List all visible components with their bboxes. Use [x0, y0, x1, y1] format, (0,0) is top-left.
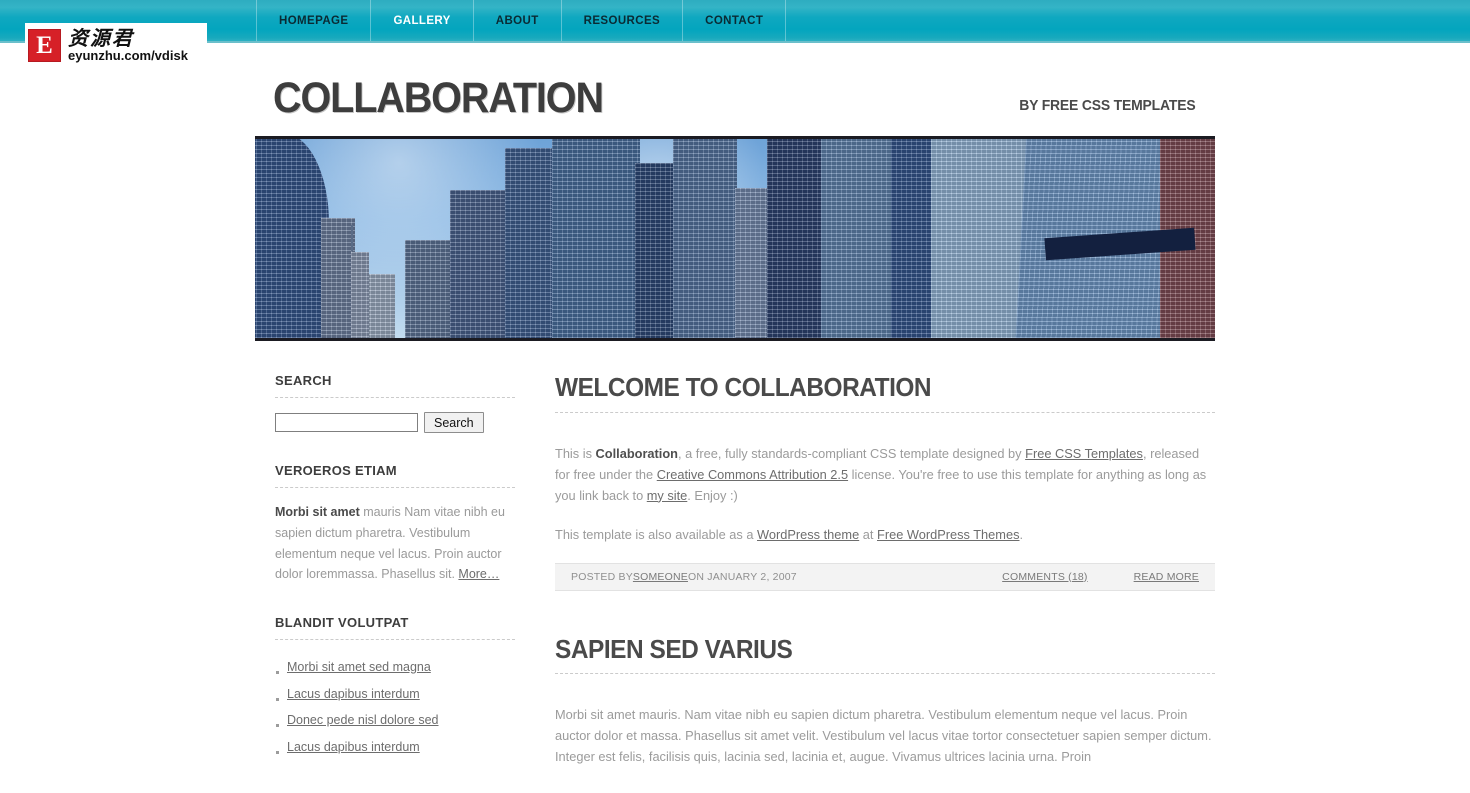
divider — [555, 673, 1215, 675]
meta-author-link[interactable]: SOMEONE — [633, 571, 688, 583]
divider — [275, 639, 515, 641]
sidebar: SEARCH Search VEROEROS ETIAM Morbi sit a… — [255, 373, 535, 793]
link-free-css-templates[interactable]: Free CSS Templates — [1025, 446, 1143, 461]
meta-posted-by-label: POSTED BY — [571, 570, 633, 583]
main-navigation: HOMEPAGE GALLERY ABOUT RESOURCES CONTACT — [256, 0, 787, 41]
text-run: . Enjoy :) — [687, 487, 738, 503]
sidebar-link[interactable]: Morbi sit amet sed magna — [287, 660, 431, 674]
banner-building — [552, 139, 640, 338]
post-sapien: SAPIEN SED VARIUS Morbi sit amet mauris.… — [555, 633, 1215, 768]
post-welcome: WELCOME TO COLLABORATION This is Collabo… — [555, 373, 1215, 591]
list-item: Donec pede nisl dolore sed — [275, 707, 515, 734]
list-item: Lacus dapibus interdum — [275, 681, 515, 708]
nav-item-about[interactable]: ABOUT — [472, 0, 561, 41]
nav-item-contact[interactable]: CONTACT — [682, 0, 787, 41]
sidebar-heading-blandit: BLANDIT VOLUTPAT — [275, 615, 409, 631]
logo-text-group: 资源君 eyunzhu.com/vdisk — [68, 28, 188, 62]
banner-building — [635, 163, 677, 338]
list-item: Lacus dapibus interdum — [275, 734, 515, 761]
link-my-site[interactable]: my site — [647, 488, 688, 503]
text-run: . — [1019, 526, 1024, 542]
search-row: Search — [275, 412, 515, 433]
banner-building — [931, 139, 1027, 338]
sidebar-about-lead: Morbi sit amet — [275, 505, 360, 519]
post-strong: Collaboration — [595, 445, 678, 461]
text-run: This template is also available as a — [555, 526, 758, 542]
page-title: COLLABORATION — [273, 74, 604, 122]
banner-building — [365, 274, 395, 338]
post-paragraph: This template is also available as a Wor… — [555, 524, 1215, 545]
sidebar-about-widget: VEROEROS ETIAM Morbi sit amet mauris Nam… — [275, 463, 515, 585]
post-title: WELCOME TO COLLABORATION — [555, 372, 932, 402]
site-tagline: BY FREE CSS TEMPLATES — [1018, 97, 1195, 114]
post-paragraph: This is Collaboration, a free, fully sta… — [555, 443, 1215, 506]
meta-date: ON JANUARY 2, 2007 — [687, 570, 797, 583]
banner-building — [735, 188, 771, 338]
sidebar-links-widget: BLANDIT VOLUTPAT Morbi sit amet sed magn… — [275, 615, 515, 760]
banner-building — [505, 148, 557, 338]
content-columns: SEARCH Search VEROEROS ETIAM Morbi sit a… — [255, 341, 1215, 793]
sidebar-link[interactable]: Lacus dapibus interdum — [287, 740, 420, 754]
divider — [275, 487, 515, 488]
sidebar-more-link[interactable]: More… — [458, 567, 499, 581]
post-meta-bar: POSTED BY SOMEONE ON JANUARY 2, 2007 COM… — [555, 562, 1215, 591]
sidebar-link[interactable]: Lacus dapibus interdum — [287, 687, 420, 701]
nav-item-homepage[interactable]: HOMEPAGE — [256, 0, 370, 41]
nav-item-gallery[interactable]: GALLERY — [370, 0, 472, 41]
sidebar-link-list: Morbi sit amet sed magna Lacus dapibus i… — [275, 654, 515, 760]
banner-building — [321, 218, 355, 338]
text-run: at — [859, 526, 877, 542]
watermark-logo: E 资源君 eyunzhu.com/vdisk — [25, 23, 207, 67]
main-content: WELCOME TO COLLABORATION This is Collabo… — [535, 373, 1215, 793]
post-title: SAPIEN SED VARIUS — [555, 633, 793, 664]
banner-building — [255, 139, 329, 338]
banner-building — [821, 139, 895, 338]
post-body: Morbi sit amet mauris. Nam vitae nibh eu… — [555, 688, 1215, 767]
sidebar-heading-search: SEARCH — [275, 373, 332, 388]
sidebar-link[interactable]: Donec pede nisl dolore sed — [287, 713, 439, 727]
banner-building — [767, 139, 825, 338]
logo-url-text: eyunzhu.com/vdisk — [68, 48, 188, 63]
site-masthead: COLLABORATION BY FREE CSS TEMPLATES — [255, 41, 1215, 136]
meta-comments-link[interactable]: COMMENTS (18) — [1002, 571, 1087, 583]
link-wordpress-theme[interactable]: WordPress theme — [757, 527, 859, 542]
logo-e-letter: E — [36, 31, 53, 59]
logo-e-icon: E — [28, 28, 61, 62]
banner-image — [255, 136, 1215, 341]
list-item: Morbi sit amet sed magna — [275, 654, 515, 681]
divider — [275, 397, 515, 398]
search-button[interactable]: Search — [424, 412, 484, 433]
divider — [555, 411, 1215, 413]
sidebar-about-text: Morbi sit amet mauris Nam vitae nibh eu … — [275, 502, 515, 585]
post-paragraph: Morbi sit amet mauris. Nam vitae nibh eu… — [555, 707, 1212, 765]
banner-spire — [351, 225, 353, 251]
text-run: This is — [555, 445, 596, 461]
search-input[interactable] — [275, 413, 418, 432]
nav-item-resources[interactable]: RESOURCES — [560, 0, 682, 41]
sidebar-heading-veroeros: VEROEROS ETIAM — [275, 463, 397, 478]
sidebar-search-widget: SEARCH Search — [275, 373, 515, 433]
logo-chinese-text: 资源君 — [68, 26, 134, 50]
meta-read-more-link[interactable]: READ MORE — [1134, 571, 1199, 583]
link-free-wordpress-themes[interactable]: Free WordPress Themes — [877, 527, 1019, 542]
link-creative-commons[interactable]: Creative Commons Attribution 2.5 — [657, 467, 848, 482]
banner-building — [405, 240, 451, 338]
text-run: , a free, fully standards-compliant CSS … — [678, 445, 1026, 461]
banner-building — [351, 252, 369, 338]
post-body: This is Collaboration, a free, fully sta… — [555, 427, 1215, 545]
banner-building — [673, 139, 737, 338]
page-wrapper: COLLABORATION BY FREE CSS TEMPLATES SEAR… — [255, 0, 1215, 793]
banner-building — [450, 190, 510, 338]
